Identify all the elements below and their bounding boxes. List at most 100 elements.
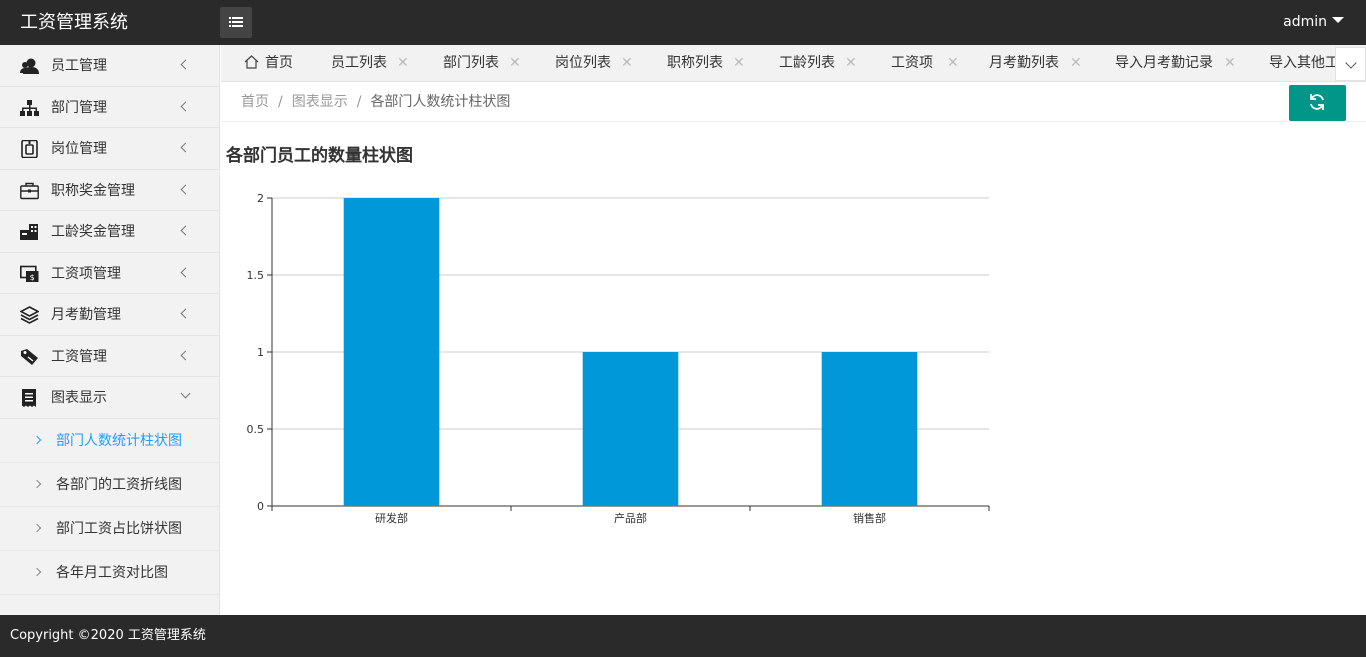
breadcrumb-item-current: 各部门人数统计柱状图	[370, 94, 511, 110]
badge-icon	[21, 140, 38, 158]
tab-label: 导入月考勤记录	[1115, 55, 1213, 71]
tab-label: 工资项	[891, 55, 933, 71]
footer: Copyright ©2020 工资管理系统	[0, 615, 1366, 657]
close-icon[interactable]: ✕	[621, 45, 633, 81]
tab-employee-list[interactable]: 员工列表 ✕	[331, 45, 409, 81]
tab-department-list[interactable]: 部门列表 ✕	[443, 45, 521, 81]
sidebar-item-label: 工龄奖金管理	[51, 224, 135, 240]
tab-label: 职称列表	[667, 55, 723, 71]
svg-text:$: $	[30, 273, 35, 282]
chevron-right-icon	[32, 523, 42, 532]
sidebar-subitem-dept-salary-line[interactable]: 各部门的工资折线图	[0, 462, 219, 507]
sidebar: 员工管理 部门管理 岗位管理 职称奖金管理 工龄奖金管理 $ 工资项管理 月考勤…	[0, 45, 220, 615]
tab-attendance-list[interactable]: 月考勤列表 ✕	[989, 45, 1082, 81]
close-icon[interactable]: ✕	[1070, 45, 1082, 81]
sidebar-item-label: 图表显示	[51, 390, 107, 406]
sidebar-item-departments[interactable]: 部门管理	[0, 87, 219, 128]
x-tick-label: 销售部	[853, 511, 886, 525]
user-name: admin	[1283, 14, 1327, 30]
tab-label: 部门列表	[443, 55, 499, 71]
sidebar-item-label: 职称奖金管理	[51, 182, 135, 199]
bar-销售部	[821, 352, 918, 506]
tab-title-list[interactable]: 职称列表 ✕	[667, 45, 745, 81]
sidebar-item-label: 工资项管理	[51, 265, 121, 282]
layers-icon	[20, 306, 39, 324]
tab-import-other[interactable]: 导入其他工	[1269, 45, 1339, 81]
sidebar-item-positions[interactable]: 岗位管理	[0, 128, 219, 170]
chevron-left-icon	[180, 350, 191, 360]
briefcase-icon	[20, 182, 39, 199]
sidebar-item-label: 工资管理	[51, 348, 107, 365]
sidebar-item-attendance[interactable]: 月考勤管理	[0, 294, 219, 336]
page-title: 各部门员工的数量柱状图	[226, 146, 413, 166]
tab-bar: 首页 员工列表 ✕ 部门列表 ✕ 岗位列表 ✕ 职称列表 ✕ 工龄列表 ✕ 工资…	[221, 45, 1366, 82]
sidebar-item-charts[interactable]: 图表显示	[0, 377, 219, 419]
sidebar-subitem-label: 各年月工资对比图	[56, 564, 168, 581]
close-icon[interactable]: ✕	[845, 45, 857, 81]
tab-import-attendance[interactable]: 导入月考勤记录 ✕	[1115, 45, 1236, 81]
sidebar-subitem-dept-salary-pie[interactable]: 部门工资占比饼状图	[0, 506, 219, 551]
breadcrumb-item-home[interactable]: 首页	[241, 94, 269, 110]
tab-seniority-list[interactable]: 工龄列表 ✕	[779, 45, 857, 81]
users-icon	[20, 58, 39, 74]
tab-position-list[interactable]: 岗位列表 ✕	[555, 45, 633, 81]
breadcrumb-item-charts[interactable]: 图表显示	[292, 94, 348, 110]
bar-产品部	[582, 352, 679, 506]
department-headcount-bar-chart: 0 0.5 1 1.5 2 研发部 产品部 销售部	[247, 192, 990, 525]
chevron-down-icon	[180, 388, 191, 399]
sidebar-item-label: 月考勤管理	[51, 307, 121, 323]
tab-more-button[interactable]	[1335, 47, 1366, 81]
app-logo-title: 工资管理系统	[20, 12, 128, 33]
sidebar-subitem-label: 部门工资占比饼状图	[56, 520, 182, 537]
y-tick-label: 1	[257, 346, 264, 359]
breadcrumb-bar: 首页 / 图表显示 / 各部门人数统计柱状图	[221, 82, 1366, 122]
sidebar-subitem-dept-headcount-bar[interactable]: 部门人数统计柱状图	[0, 418, 219, 463]
refresh-icon	[1310, 94, 1324, 110]
user-menu[interactable]: admin	[1283, 0, 1344, 45]
close-icon[interactable]: ✕	[1224, 45, 1236, 81]
sidebar-item-label: 部门管理	[51, 99, 107, 116]
sidebar-item-label: 员工管理	[51, 58, 107, 74]
sidebar-item-salary-items[interactable]: $ 工资项管理	[0, 253, 219, 294]
tab-label: 导入其他工	[1269, 55, 1339, 71]
home-icon	[244, 55, 259, 69]
y-tick-label: 0.5	[247, 423, 265, 436]
tab-label: 岗位列表	[555, 55, 611, 71]
copyright-text: Copyright ©2020 工资管理系统	[10, 628, 206, 643]
refresh-button[interactable]	[1289, 85, 1346, 121]
x-tick-label: 研发部	[375, 511, 408, 525]
chevron-left-icon	[180, 308, 191, 319]
menu-toggle-button[interactable]	[220, 7, 252, 38]
chevron-left-icon	[180, 101, 191, 111]
breadcrumb-separator: /	[278, 94, 283, 110]
close-icon[interactable]: ✕	[733, 45, 745, 81]
sidebar-item-seniority-bonus[interactable]: 工龄奖金管理	[0, 211, 219, 253]
chevron-right-icon	[32, 479, 42, 488]
bar-研发部	[343, 198, 440, 506]
sidebar-subitem-monthly-salary-compare[interactable]: 各年月工资对比图	[0, 550, 219, 595]
sidebar-item-title-bonus[interactable]: 职称奖金管理	[0, 170, 219, 211]
sidebar-subitem-label: 各部门的工资折线图	[56, 476, 182, 493]
top-header: 工资管理系统 admin	[0, 0, 1366, 45]
y-tick-label: 1.5	[247, 269, 265, 282]
receipt-icon	[22, 389, 36, 407]
close-icon[interactable]: ✕	[397, 45, 409, 81]
close-icon[interactable]: ✕	[947, 45, 959, 81]
close-icon[interactable]: ✕	[509, 45, 521, 81]
caret-down-icon	[1332, 17, 1344, 23]
sidebar-item-salary[interactable]: 工资管理	[0, 336, 219, 377]
chevron-left-icon	[180, 142, 191, 153]
tab-salary-items[interactable]: 工资项 ✕	[891, 45, 959, 81]
sidebar-item-employees[interactable]: 员工管理	[0, 45, 219, 87]
breadcrumb-separator: /	[356, 94, 362, 110]
chevron-left-icon	[180, 59, 191, 70]
chevron-left-icon	[180, 225, 191, 236]
tab-label: 工龄列表	[779, 55, 835, 71]
building-icon	[20, 224, 38, 240]
y-tick-label: 2	[257, 192, 264, 205]
tab-label: 首页	[265, 55, 293, 71]
x-tick-label: 产品部	[614, 511, 647, 525]
chevron-right-icon	[32, 567, 42, 576]
chevron-left-icon	[180, 267, 191, 277]
tab-label: 月考勤列表	[989, 55, 1059, 71]
